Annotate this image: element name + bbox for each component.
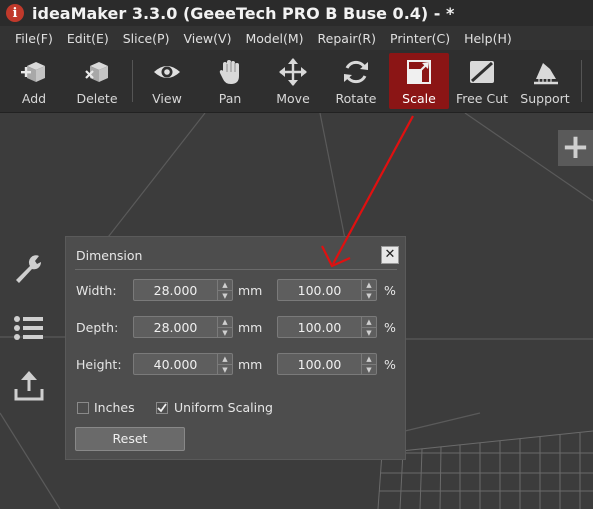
menu-help[interactable]: Help(H) [464, 31, 512, 46]
eye-icon [152, 57, 182, 87]
menu-edit[interactable]: Edit(E) [67, 31, 109, 46]
height-percent-down-arrow-icon[interactable]: ▼ [362, 365, 376, 375]
free-cut-label: Free Cut [455, 91, 509, 106]
depth-unit: mm [238, 320, 263, 335]
pan-button[interactable]: Pan [200, 53, 260, 109]
add-cube-icon [19, 57, 49, 87]
wrench-icon[interactable] [10, 251, 48, 287]
menu-slice[interactable]: Slice(P) [123, 31, 170, 46]
height-up-arrow-icon[interactable]: ▲ [218, 354, 232, 365]
height-down-arrow-icon[interactable]: ▼ [218, 365, 232, 375]
menu-bar: File(F) Edit(E) Slice(P) View(V) Model(M… [0, 26, 593, 50]
rotate-button[interactable]: Rotate [326, 53, 386, 109]
depth-row: Depth: 28.000 ▲ ▼ mm 100.00 ▲ ▼ % [76, 316, 406, 340]
height-label: Height: [76, 357, 122, 372]
divider [75, 269, 397, 270]
add-view-plus-button[interactable]: + [558, 130, 593, 166]
width-percent-up-arrow-icon[interactable]: ▲ [362, 280, 376, 291]
menu-model[interactable]: Model(M) [245, 31, 303, 46]
height-input[interactable]: 40.000 ▲ ▼ [133, 353, 233, 375]
view-button[interactable]: View [137, 53, 197, 109]
move-label: Move [276, 91, 310, 106]
uniform-scaling-label: Uniform Scaling [174, 400, 273, 415]
list-icon[interactable] [10, 310, 48, 346]
depth-label: Depth: [76, 320, 119, 335]
width-up-arrow-icon[interactable]: ▲ [218, 280, 232, 291]
width-label: Width: [76, 283, 117, 298]
support-icon [530, 57, 560, 87]
height-percent-value: 100.00 [297, 357, 342, 372]
add-button[interactable]: Add [4, 53, 64, 109]
delete-cube-icon [82, 57, 112, 87]
window-title: ideaMaker 3.3.0 (GeeeTech PRO B Buse 0.4… [32, 3, 455, 23]
height-percent-input[interactable]: 100.00 ▲ ▼ [277, 353, 377, 375]
move-button[interactable]: Move [263, 53, 323, 109]
depth-percent-unit: % [384, 320, 396, 335]
title-bar: i ideaMaker 3.3.0 (GeeeTech PRO B Buse 0… [0, 0, 593, 26]
depth-up-arrow-icon[interactable]: ▲ [218, 317, 232, 328]
width-value: 28.000 [153, 283, 198, 298]
free-cut-button[interactable]: Free Cut [452, 53, 512, 109]
width-percent-input[interactable]: 100.00 ▲ ▼ [277, 279, 377, 301]
inches-checkbox[interactable] [77, 402, 89, 414]
close-icon[interactable]: ✕ [381, 246, 399, 264]
width-down-arrow-icon[interactable]: ▼ [218, 291, 232, 301]
rotate-icon [341, 57, 371, 87]
move-arrows-icon [278, 57, 308, 87]
depth-down-arrow-icon[interactable]: ▼ [218, 328, 232, 338]
toolbar: Add Delete View Pan Move Rotate Scale Fr… [0, 50, 593, 113]
height-percent-up-arrow-icon[interactable]: ▲ [362, 354, 376, 365]
height-value: 40.000 [153, 357, 198, 372]
add-label: Add [21, 91, 47, 106]
depth-percent-up-arrow-icon[interactable]: ▲ [362, 317, 376, 328]
width-input[interactable]: 28.000 ▲ ▼ [133, 279, 233, 301]
menu-view[interactable]: View(V) [183, 31, 231, 46]
inches-label: Inches [94, 400, 135, 415]
delete-label: Delete [76, 91, 118, 106]
toolbar-separator [132, 60, 133, 102]
menu-file[interactable]: File(F) [15, 31, 53, 46]
menu-repair[interactable]: Repair(R) [318, 31, 376, 46]
depth-input[interactable]: 28.000 ▲ ▼ [133, 316, 233, 338]
toolbar-separator [581, 60, 582, 102]
menu-printer[interactable]: Printer(C) [390, 31, 450, 46]
height-unit: mm [238, 357, 263, 372]
width-percent-down-arrow-icon[interactable]: ▼ [362, 291, 376, 301]
app-logo-icon: i [6, 4, 24, 22]
view-label: View [152, 91, 182, 106]
width-percent-value: 100.00 [297, 283, 342, 298]
depth-percent-down-arrow-icon[interactable]: ▼ [362, 328, 376, 338]
checkmark-icon [157, 403, 167, 413]
scale-label: Scale [402, 91, 436, 106]
uniform-scaling-checkbox[interactable] [156, 402, 168, 414]
width-row: Width: 28.000 ▲ ▼ mm 100.00 ▲ ▼ % [76, 279, 406, 303]
depth-value: 28.000 [153, 320, 198, 335]
reset-button[interactable]: Reset [75, 427, 185, 451]
dimension-panel-title: Dimension [76, 248, 143, 263]
support-button[interactable]: Support [515, 53, 575, 109]
upload-icon[interactable] [10, 368, 48, 404]
scale-button[interactable]: Scale [389, 53, 449, 109]
scale-icon [404, 57, 434, 87]
width-percent-unit: % [384, 283, 396, 298]
height-percent-unit: % [384, 357, 396, 372]
rotate-label: Rotate [335, 91, 377, 106]
hand-icon [215, 57, 245, 87]
depth-percent-value: 100.00 [297, 320, 342, 335]
height-row: Height: 40.000 ▲ ▼ mm 100.00 ▲ ▼ % [76, 353, 406, 377]
dimension-panel: Dimension ✕ Width: 28.000 ▲ ▼ mm 100.00 ▲… [65, 236, 406, 460]
free-cut-icon [467, 57, 497, 87]
support-label: Support [520, 91, 570, 106]
width-unit: mm [238, 283, 263, 298]
delete-button[interactable]: Delete [67, 53, 127, 109]
depth-percent-input[interactable]: 100.00 ▲ ▼ [277, 316, 377, 338]
pan-label: Pan [218, 91, 242, 106]
